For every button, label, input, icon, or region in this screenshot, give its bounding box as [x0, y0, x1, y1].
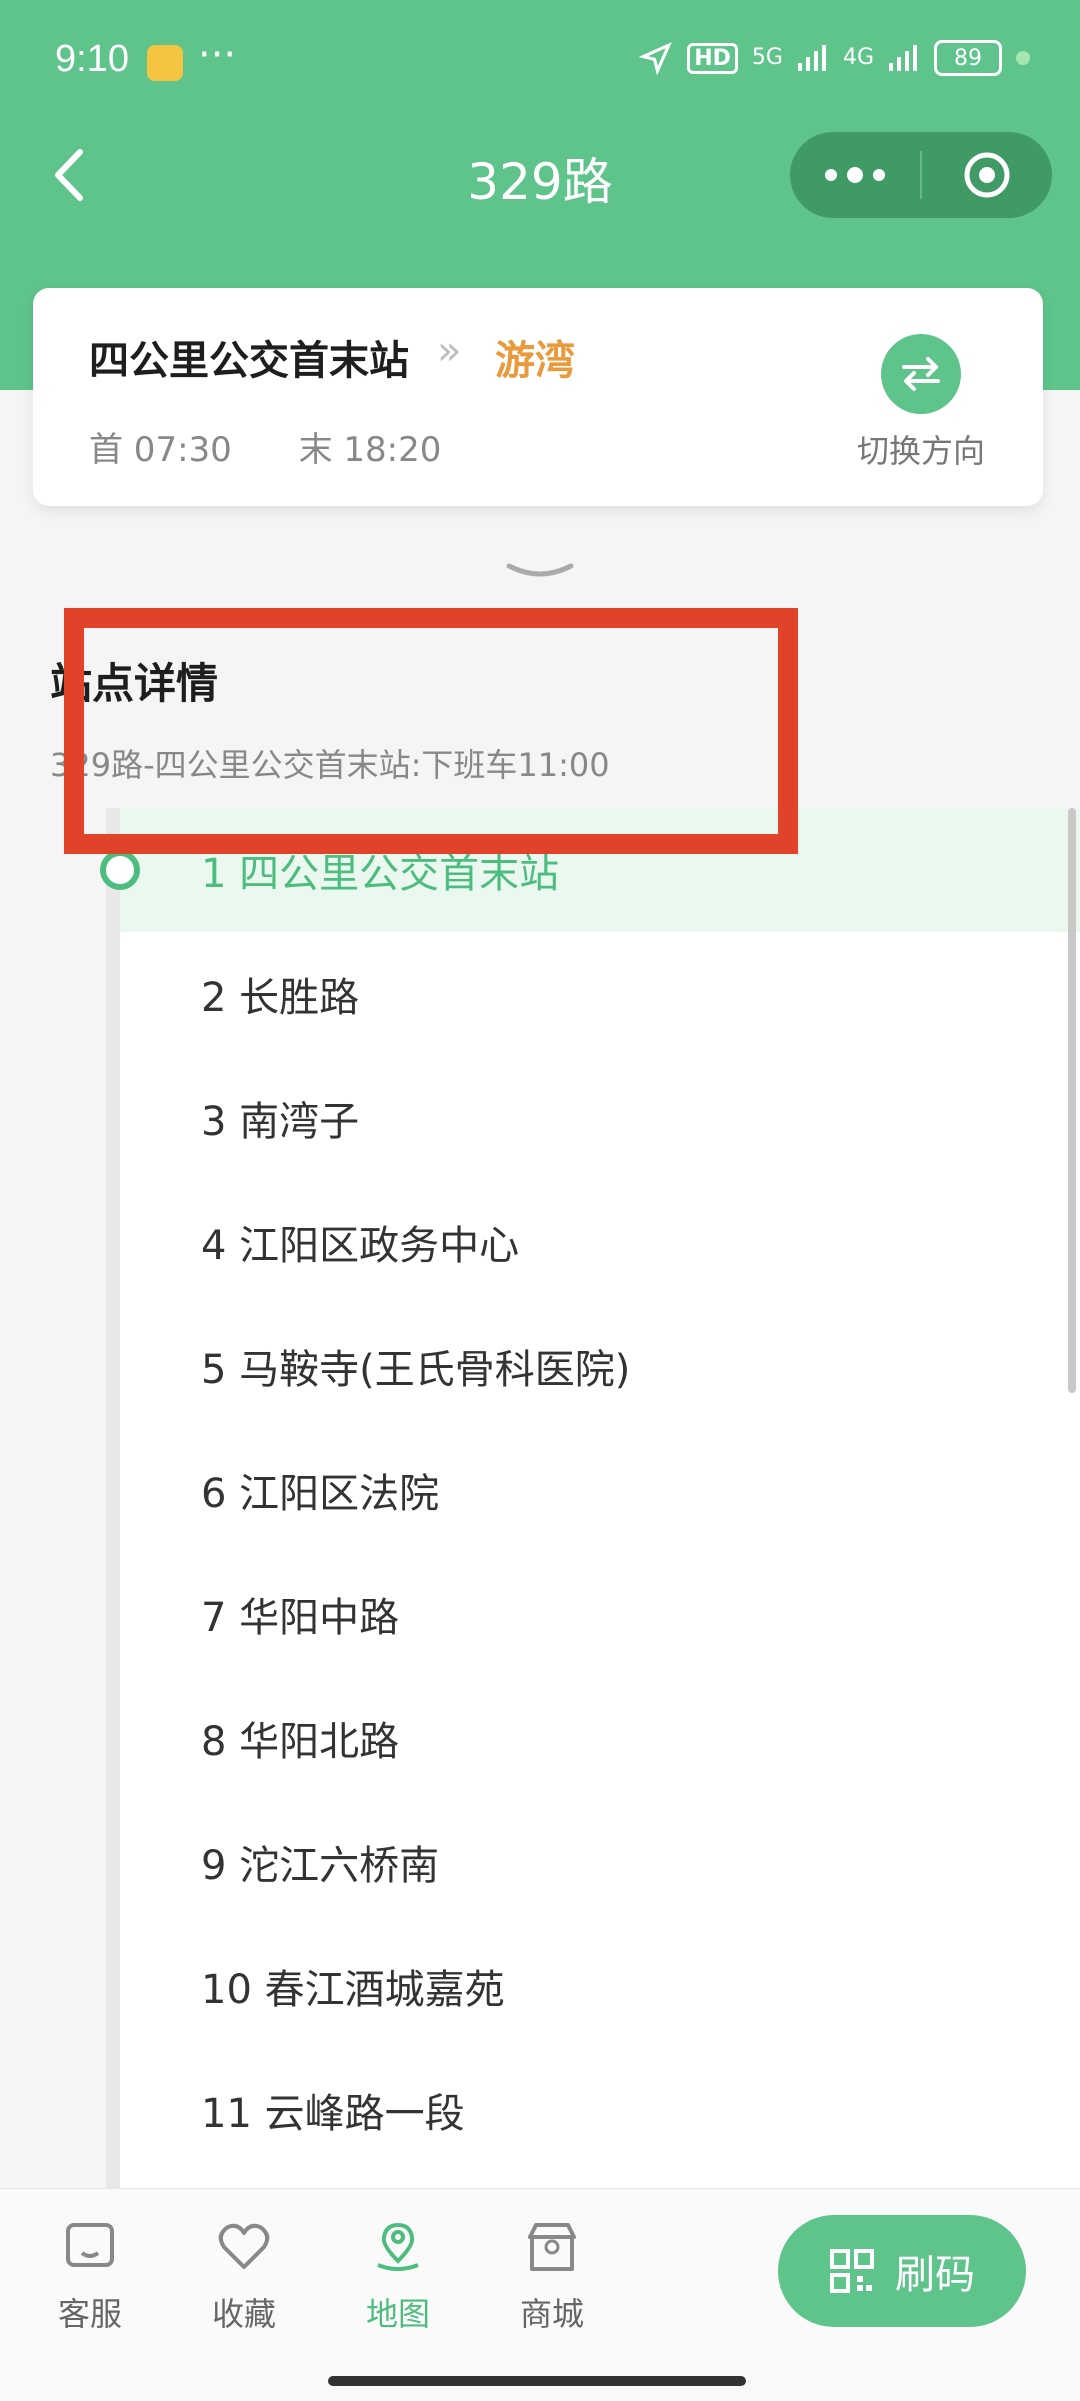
tab-label: 商城 — [519, 2295, 584, 2333]
privacy-indicator-dot — [1016, 51, 1030, 65]
stop-name: 7 华阳中路 — [201, 1595, 400, 1641]
notification-app-icon — [147, 45, 183, 81]
stop-name: 9 沱江六桥南 — [201, 1843, 440, 1889]
tab-map[interactable]: 地图 — [338, 2217, 458, 2335]
battery-level: 89 — [954, 45, 982, 71]
route-card: 四公里公交首末站 » 游湾 首 07:30 末 18:20 切换方向 — [33, 288, 1043, 506]
signal-bars-icon — [797, 45, 826, 71]
hd-voice-icon: HD — [687, 42, 738, 74]
stop-item[interactable]: 9 沱江六桥南 — [106, 1800, 1080, 1924]
stop-item[interactable]: 7 华阳中路 — [106, 1552, 1080, 1676]
stop-name: 8 华阳北路 — [201, 1719, 400, 1765]
location-arrow-icon — [639, 42, 673, 75]
more-options-button[interactable] — [790, 132, 920, 218]
first-bus-time: 首 07:30 — [89, 430, 232, 470]
battery-icon: 89 — [934, 40, 1002, 76]
tab-mall[interactable]: 商城 — [492, 2217, 612, 2335]
stop-item[interactable]: 5 马鞍寺(王氏骨科医院) — [106, 1304, 1080, 1428]
tab-label: 客服 — [57, 2295, 122, 2333]
signal-4g-icon: 4G — [842, 45, 874, 70]
tab-favorite[interactable]: 收藏 — [184, 2217, 304, 2335]
route-origin: 四公里公交首末站 — [89, 338, 409, 384]
miniapp-capsule — [790, 132, 1052, 218]
stop-name: 11 云峰路一段 — [201, 2091, 465, 2137]
scan-code-label: 刷码 — [895, 2252, 975, 2298]
stop-name: 5 马鞍寺(王氏骨科医院) — [201, 1347, 631, 1393]
chat-icon — [66, 2223, 114, 2267]
bottom-bar: 客服 收藏 地图 商城 刷码 — [0, 2188, 1080, 2401]
scrollbar[interactable] — [1068, 808, 1076, 1393]
home-indicator[interactable] — [328, 2376, 746, 2386]
more-dot — [847, 167, 863, 183]
tab-label: 收藏 — [211, 2295, 276, 2333]
stop-item[interactable]: 11 云峰路一段 — [106, 2048, 1080, 2172]
status-more-dots: ··· — [198, 32, 237, 78]
switch-direction-label[interactable]: 切换方向 — [857, 426, 985, 472]
current-stop-marker-icon — [100, 850, 140, 890]
stop-item[interactable]: 4 江阳区政务中心 — [106, 1180, 1080, 1304]
map-pin-icon — [377, 2222, 419, 2271]
status-time: 9:10 — [55, 38, 129, 80]
stop-item[interactable]: 3 南湾子 — [106, 1056, 1080, 1180]
last-bus-time: 末 18:20 — [298, 430, 442, 470]
stop-name: 3 南湾子 — [201, 1099, 360, 1145]
stop-rail — [106, 808, 120, 2188]
stop-list[interactable]: 1 四公里公交首末站 2 长胜路 3 南湾子 4 江阳区政务中心 5 马鞍寺(王… — [106, 808, 1080, 2188]
signal-5g-icon: 5G — [751, 45, 783, 70]
more-dot — [873, 169, 885, 181]
chevron-down-icon — [506, 563, 574, 577]
status-bar: 9:10 ··· HD 5G 4G 89 — [0, 0, 1080, 128]
route-arrow-icon: » — [437, 328, 462, 374]
stop-item[interactable]: 6 江阳区法院 — [106, 1428, 1080, 1552]
stop-item[interactable]: 10 春江酒城嘉苑 — [106, 1924, 1080, 2048]
stop-name: 2 长胜路 — [201, 975, 360, 1021]
stop-item[interactable]: 8 华阳北路 — [106, 1676, 1080, 1800]
route-destination: 游湾 — [495, 338, 575, 384]
stop-name: 6 江阳区法院 — [201, 1471, 440, 1517]
stop-item[interactable]: 2 长胜路 — [106, 932, 1080, 1056]
route-times: 首 07:30 末 18:20 — [89, 422, 497, 471]
status-right-icons: HD 5G 4G 89 — [639, 40, 1030, 76]
stop-name: 10 春江酒城嘉苑 — [201, 1967, 505, 2013]
tab-label: 地图 — [365, 2295, 430, 2333]
scan-code-button[interactable]: 刷码 — [778, 2215, 1026, 2327]
qr-code-icon — [830, 2249, 874, 2293]
more-dot — [825, 169, 837, 181]
close-miniapp-button[interactable] — [922, 132, 1052, 218]
tab-service[interactable]: 客服 — [30, 2217, 150, 2335]
stop-name: 4 江阳区政务中心 — [201, 1223, 520, 1269]
switch-direction-button[interactable] — [881, 334, 961, 414]
store-icon — [528, 2223, 576, 2271]
highlight-box — [64, 608, 798, 854]
signal-bars-icon — [889, 45, 917, 71]
heart-icon — [218, 2223, 270, 2269]
expand-handle[interactable] — [505, 560, 575, 588]
swap-arrows-icon — [902, 357, 940, 391]
target-icon — [964, 152, 1010, 198]
